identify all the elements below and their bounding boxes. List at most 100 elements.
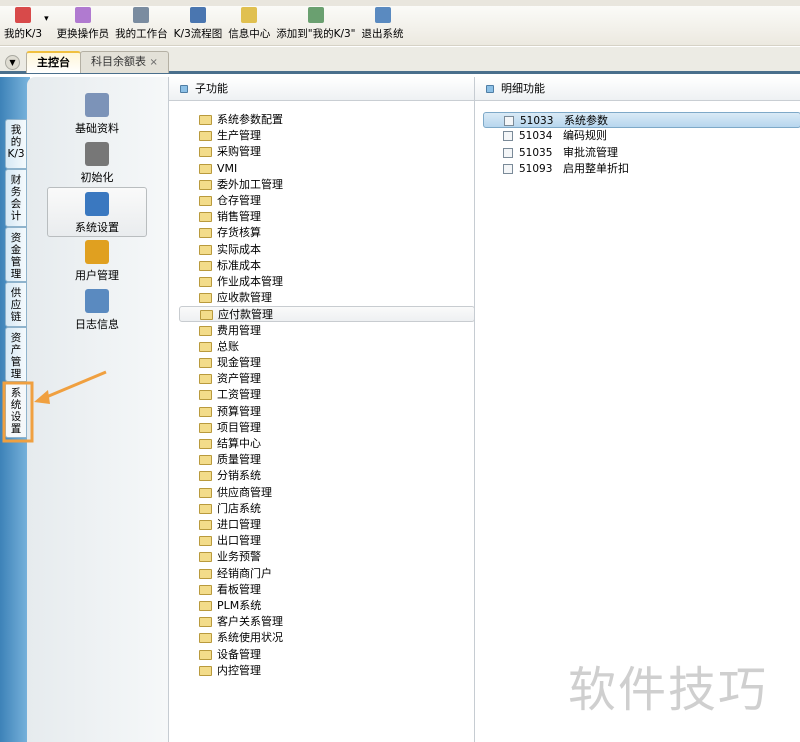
tab-account-balance[interactable]: 科目余额表 × <box>80 51 169 73</box>
folder-icon <box>199 649 212 660</box>
folder-item[interactable]: 预算管理 <box>199 404 469 420</box>
folder-item[interactable]: 应付款管理 <box>179 306 475 323</box>
function-code: 51033 <box>520 115 554 127</box>
folder-item[interactable]: 经销商门户 <box>199 566 469 582</box>
folder-item[interactable]: 标准成本 <box>199 258 469 274</box>
gear-icon <box>85 142 109 166</box>
folder-item[interactable]: 作业成本管理 <box>199 274 469 290</box>
nav-item-4[interactable]: 日志信息 <box>47 285 147 335</box>
folder-item[interactable]: 供应商管理 <box>199 485 469 501</box>
nav-item-0[interactable]: 基础资料 <box>47 89 147 139</box>
folder-icon <box>199 163 212 174</box>
vtab-0[interactable]: 我的K/3 <box>5 119 27 169</box>
folder-item[interactable]: 总账 <box>199 339 469 355</box>
toolbar-button-label: K/3流程图 <box>173 28 223 40</box>
folder-item[interactable]: 实际成本 <box>199 242 469 258</box>
folder-item[interactable]: 资产管理 <box>199 371 469 387</box>
tab-main-console[interactable]: 主控台 <box>26 51 81 73</box>
nav-item-label: 系统设置 <box>75 221 119 234</box>
folder-icon <box>200 310 213 321</box>
folder-item[interactable]: 出口管理 <box>199 533 469 549</box>
detail-item[interactable]: 51034 编码规则 <box>503 128 793 144</box>
folder-icon <box>199 552 212 563</box>
toolbar-button-1[interactable]: 更换操作员 <box>57 7 109 45</box>
close-icon[interactable]: × <box>150 57 158 68</box>
vertical-module-tabs: 我的K/3 财务会计 资金管理 供应链 资产管理 系统设置 <box>0 77 30 742</box>
folder-icon <box>199 115 212 125</box>
folder-icon <box>199 536 212 547</box>
folder-label: 采购管理 <box>217 145 261 159</box>
panel-header: 子功能 <box>169 77 474 101</box>
folder-item[interactable]: 内控管理 <box>199 663 469 679</box>
panel-header-icon <box>486 85 494 93</box>
folder-icon <box>199 601 212 611</box>
nav-item-1[interactable]: 初始化 <box>47 138 147 188</box>
detail-item[interactable]: 51093 启用整单折扣 <box>503 161 793 177</box>
folder-icon <box>199 617 212 628</box>
vtab-4[interactable]: 资产管理 <box>5 327 27 382</box>
toolbar-button-label: 添加到"我的K/3" <box>276 28 356 40</box>
folder-icon <box>199 439 212 449</box>
detail-item[interactable]: 51035 审批流管理 <box>503 145 793 161</box>
folder-item[interactable]: 结算中心 <box>199 436 469 452</box>
folder-label: 生产管理 <box>217 129 261 143</box>
toolbar-button-0[interactable]: 我的K/3 <box>4 7 42 45</box>
folder-icon <box>199 568 212 579</box>
folder-item[interactable]: 客户关系管理 <box>199 614 469 630</box>
folder-item[interactable]: 采购管理 <box>199 144 469 160</box>
folder-item[interactable]: 设备管理 <box>199 647 469 663</box>
folder-item[interactable]: VMI <box>199 161 469 177</box>
folder-icon <box>199 406 212 417</box>
folder-item[interactable]: 系统参数配置 <box>199 112 469 128</box>
folder-label: 总账 <box>217 339 239 353</box>
folder-label: 看板管理 <box>217 582 261 596</box>
folder-item[interactable]: 仓存管理 <box>199 193 469 209</box>
toolbar-button-4[interactable]: 信息中心 <box>228 7 270 45</box>
folder-icon <box>199 633 212 644</box>
folder-label: 分销系统 <box>217 469 261 483</box>
folder-item[interactable]: 应收款管理 <box>199 290 469 306</box>
nav-item-3[interactable]: 用户管理 <box>47 236 147 286</box>
folder-item[interactable]: 存货核算 <box>199 225 469 241</box>
folder-item[interactable]: 系统使用状况 <box>199 630 469 646</box>
folder-item[interactable]: 进口管理 <box>199 517 469 533</box>
toolbar-button-5[interactable]: 添加到"我的K/3" <box>276 7 356 45</box>
folder-label: 存货核算 <box>217 226 261 240</box>
vtab-1[interactable]: 财务会计 <box>5 169 27 227</box>
folder-item[interactable]: 工资管理 <box>199 387 469 403</box>
toolbar-button-3[interactable]: K/3流程图 <box>173 7 223 45</box>
folder-item[interactable]: 费用管理 <box>199 323 469 339</box>
nav-item-2[interactable]: 系统设置 <box>47 187 147 237</box>
folder-item[interactable]: PLM系统 <box>199 598 469 614</box>
tab-dropdown-button[interactable]: ▼ <box>5 55 20 70</box>
toolbar-button-6[interactable]: 退出系统 <box>362 7 404 45</box>
folder-label: 设备管理 <box>217 647 261 661</box>
detail-item[interactable]: 51033 系统参数 <box>483 112 800 128</box>
folder-icon <box>199 179 212 190</box>
function-label: 启用整单折扣 <box>563 161 629 175</box>
vtab-2[interactable]: 资金管理 <box>5 227 27 282</box>
dropdown-arrow-icon[interactable]: ▾ <box>44 14 49 24</box>
folder-item[interactable]: 门店系统 <box>199 501 469 517</box>
folder-icon <box>199 487 212 498</box>
folder-item[interactable]: 看板管理 <box>199 582 469 598</box>
folder-item[interactable]: 生产管理 <box>199 128 469 144</box>
folder-item[interactable]: 业务预警 <box>199 549 469 565</box>
folder-label: 仓存管理 <box>217 194 261 207</box>
function-label: 系统参数 <box>564 114 608 127</box>
nav-item-label: 基础资料 <box>75 122 119 135</box>
folder-item[interactable]: 质量管理 <box>199 452 469 468</box>
sub-function-panel: 子功能 系统参数配置 生产管理采购管理 VMI 委外加工管理 仓存管理销售管理 存货核算实… <box>168 77 475 742</box>
folder-item[interactable]: 委外加工管理 <box>199 177 469 193</box>
vtab-3[interactable]: 供应链 <box>5 282 27 327</box>
folder-item[interactable]: 现金管理 <box>199 355 469 371</box>
tab-label: 主控台 <box>37 56 70 69</box>
document-icon <box>504 116 514 126</box>
folder-item[interactable]: 分销系统 <box>199 468 469 484</box>
folder-label: 项目管理 <box>217 420 261 434</box>
vtab-5[interactable]: 系统设置 <box>5 382 27 438</box>
toolbar-button-2[interactable]: 我的工作台 <box>115 7 168 45</box>
folder-item[interactable]: 销售管理 <box>199 209 469 225</box>
function-label: 审批流管理 <box>563 145 618 159</box>
folder-item[interactable]: 项目管理 <box>199 420 469 436</box>
